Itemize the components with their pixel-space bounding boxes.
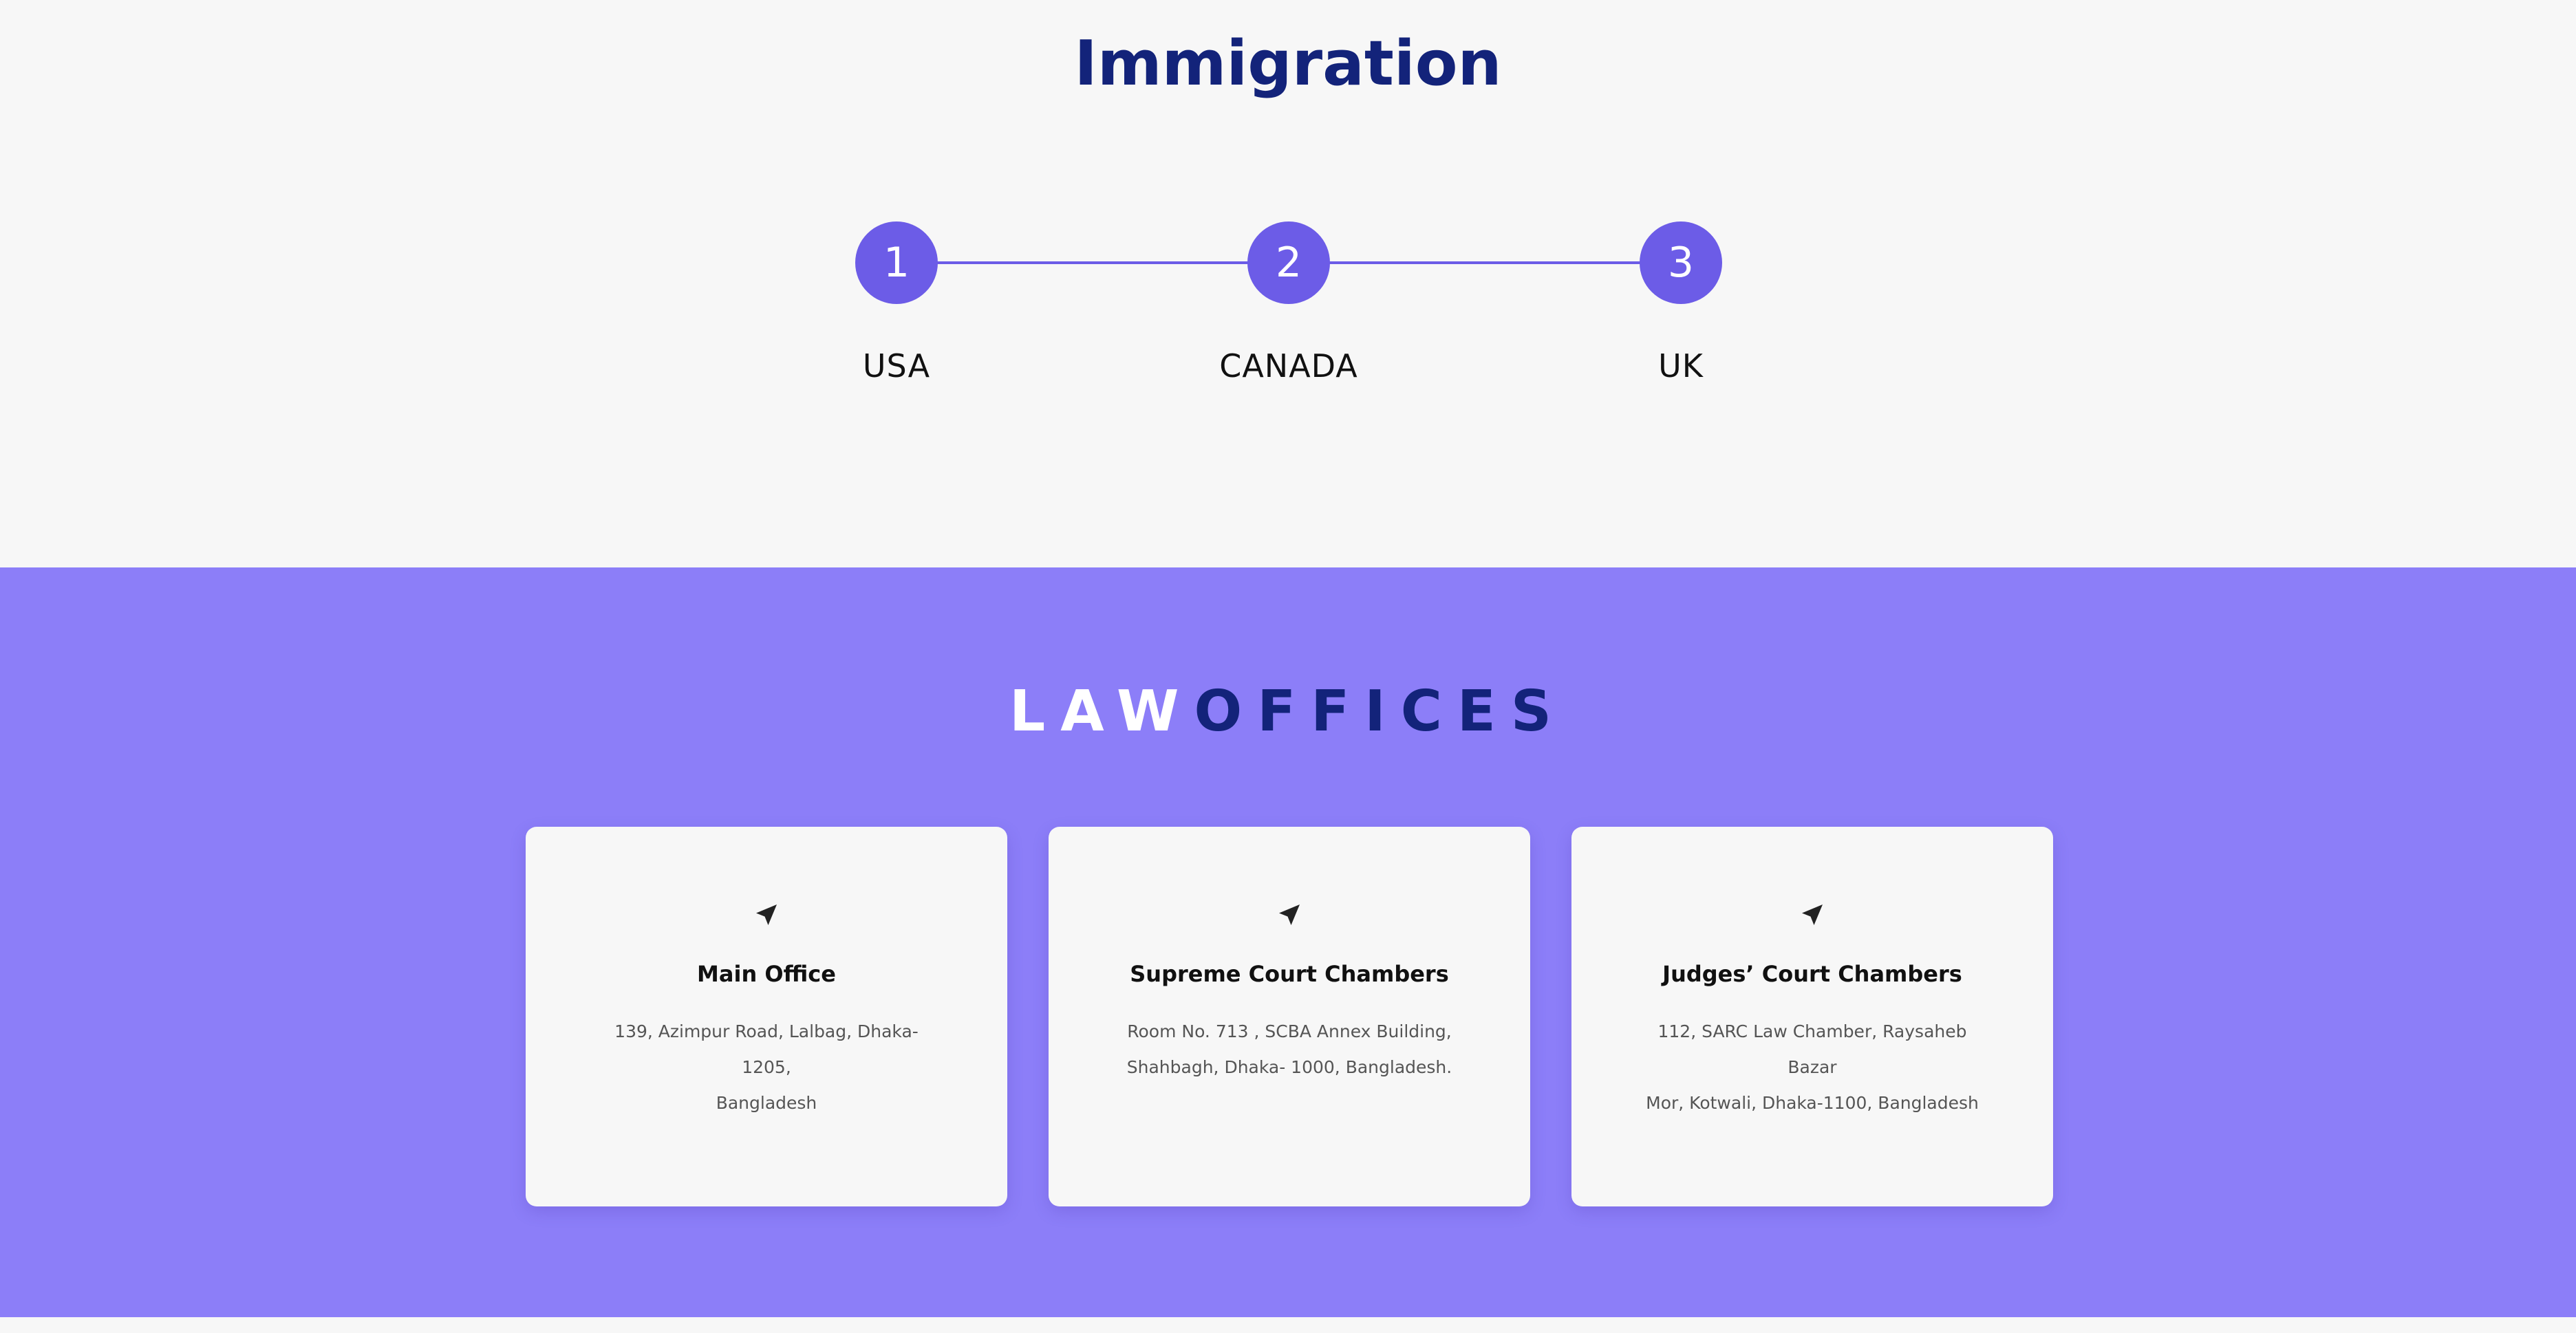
step-3-label[interactable]: UK xyxy=(1578,347,1784,384)
step-3-circle[interactable]: 3 xyxy=(1640,221,1722,304)
office-card-title: Supreme Court Chambers xyxy=(1130,961,1449,987)
office-card-address: 139, Azimpur Road, Lalbag, Dhaka- 1205, … xyxy=(588,1014,945,1121)
office-address-line: Mor, Kotwali, Dhaka-1100, Bangladesh xyxy=(1646,1093,1979,1113)
office-address-line: Bangladesh xyxy=(716,1093,817,1113)
step-1-circle[interactable]: 1 xyxy=(855,221,938,304)
step-1-label[interactable]: USA xyxy=(793,347,1000,384)
office-card-title: Main Office xyxy=(697,961,836,987)
immigration-title: Immigration xyxy=(1074,28,1502,100)
office-card-supreme-court: Supreme Court Chambers Room No. 713 , SC… xyxy=(1049,827,1530,1206)
law-offices-title-part2: OFFICES xyxy=(1194,679,1567,744)
step-2-label[interactable]: CANADA xyxy=(1185,347,1392,384)
office-card-title: Judges’ Court Chambers xyxy=(1662,961,1962,987)
office-card-address: Room No. 713 , SCBA Annex Building, Shah… xyxy=(1110,1014,1468,1085)
office-card-judges-court: Judges’ Court Chambers 112, SARC Law Cha… xyxy=(1571,827,2053,1206)
office-address-line: 139, Azimpur Road, Lalbag, Dhaka- 1205, xyxy=(614,1021,919,1077)
step-2-circle[interactable]: 2 xyxy=(1247,221,1330,304)
office-card-address: 112, SARC Law Chamber, Raysaheb Bazar Mo… xyxy=(1633,1014,1991,1121)
law-offices-title-part1: LAW xyxy=(1009,679,1194,744)
location-arrow-icon xyxy=(1571,901,2053,931)
location-arrow-icon xyxy=(1049,901,1530,931)
footer-edge xyxy=(0,1317,2576,1333)
office-address-line: 112, SARC Law Chamber, Raysaheb Bazar xyxy=(1657,1021,1967,1077)
office-address-line: Shahbagh, Dhaka- 1000, Bangladesh. xyxy=(1126,1057,1452,1077)
office-card-main: Main Office 139, Azimpur Road, Lalbag, D… xyxy=(526,827,1007,1206)
law-offices-section: LAWOFFICES Main Office 139, Azimpur Road… xyxy=(0,567,2576,1317)
law-offices-title: LAWOFFICES xyxy=(0,678,2576,746)
immigration-section: Immigration 1 2 3 USA CANADA UK xyxy=(0,0,2576,567)
office-address-line: Room No. 713 , SCBA Annex Building, xyxy=(1127,1021,1452,1041)
location-arrow-icon xyxy=(526,901,1007,931)
